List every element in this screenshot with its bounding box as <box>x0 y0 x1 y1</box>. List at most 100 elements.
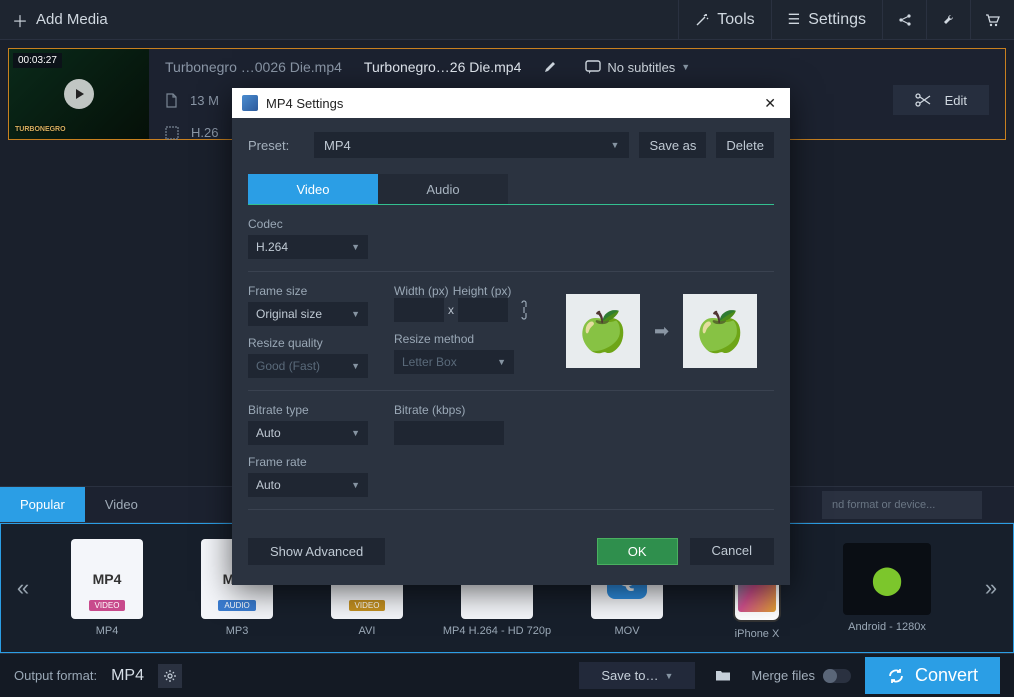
format-icon <box>165 126 179 140</box>
caret-icon: ▼ <box>497 357 506 367</box>
frame-rate-value: Auto <box>256 478 281 492</box>
tab-video-settings[interactable]: Video <box>248 174 378 204</box>
file-icon <box>165 93 178 108</box>
merge-files-toggle[interactable]: Merge files <box>751 668 851 683</box>
caret-icon: ▼ <box>351 309 360 319</box>
toggle-switch[interactable] <box>823 669 851 683</box>
caret-icon: ▼ <box>664 671 673 681</box>
tab-popular[interactable]: Popular <box>0 487 85 522</box>
filename-dim: Turbonegro …0026 Die.mp4 <box>165 59 342 75</box>
close-button[interactable]: ✕ <box>760 95 780 112</box>
preset-mp4[interactable]: MP4VIDEO MP4 <box>47 539 167 637</box>
preset-label: MP4 H.264 - HD 720p <box>443 625 551 637</box>
preset-label: MP4 <box>96 625 119 637</box>
tab-video[interactable]: Video <box>85 487 158 522</box>
arrow-icon: ➡ <box>654 321 669 342</box>
save-to-button[interactable]: Save to… ▼ <box>579 662 695 689</box>
resize-quality-value: Good (Fast) <box>256 359 320 373</box>
wrench-button[interactable] <box>926 0 970 40</box>
height-header: Height (px) <box>453 284 512 298</box>
filename-active: Turbonegro…26 Die.mp4 <box>364 59 521 75</box>
output-settings-button[interactable] <box>158 664 182 688</box>
preset-row: Preset: MP4 ▼ Save as Delete <box>248 132 774 158</box>
preset-label: Android - 1280x <box>848 621 926 633</box>
hamburger-icon: ☰ <box>788 11 801 28</box>
link-icon[interactable] <box>518 300 530 320</box>
caret-icon: ▼ <box>681 62 690 72</box>
output-format-label: Output format: <box>14 668 97 683</box>
bitrate-input[interactable] <box>394 421 504 445</box>
subtitles-dropdown[interactable]: No subtitles ▼ <box>585 60 690 75</box>
footer-bar: Output format: MP4 Save to… ▼ Merge file… <box>0 653 1014 697</box>
bitrate-label: Bitrate (kbps) <box>394 403 504 417</box>
resize-preview: 🍏 ➡ 🍏 <box>566 284 757 378</box>
convert-button[interactable]: Convert <box>865 657 1000 694</box>
frame-size-select[interactable]: Original size ▼ <box>248 302 368 326</box>
width-header: Width (px) <box>394 284 449 298</box>
show-advanced-button[interactable]: Show Advanced <box>248 538 385 565</box>
frame-size-label: Frame size <box>248 284 368 298</box>
scissors-icon <box>915 93 931 107</box>
preset-label: Preset: <box>248 138 304 153</box>
play-button[interactable] <box>64 79 94 109</box>
cart-button[interactable] <box>970 0 1014 40</box>
resize-method-value: Letter Box <box>402 355 457 369</box>
share-icon <box>898 13 912 27</box>
bitrate-type-value: Auto <box>256 426 281 440</box>
resize-method-select[interactable]: Letter Box ▼ <box>394 350 514 374</box>
save-as-button[interactable]: Save as <box>639 132 706 158</box>
preset-select[interactable]: MP4 ▼ <box>314 132 629 158</box>
app-icon <box>242 95 258 111</box>
cancel-button[interactable]: Cancel <box>690 538 774 565</box>
pencil-icon[interactable] <box>543 60 557 74</box>
edit-button[interactable]: Edit <box>893 85 989 115</box>
frame-size-value: Original size <box>256 307 322 321</box>
tab-audio-settings[interactable]: Audio <box>378 174 508 204</box>
resize-quality-label: Resize quality <box>248 336 368 350</box>
width-input[interactable] <box>394 298 444 322</box>
scroll-left-button[interactable]: « <box>7 524 39 652</box>
codec-select[interactable]: H.264 ▼ <box>248 235 368 259</box>
scroll-right-button[interactable]: » <box>975 524 1007 652</box>
preset-label: MOV <box>614 625 639 637</box>
share-button[interactable] <box>882 0 926 40</box>
dialog-titlebar: MP4 Settings ✕ <box>232 88 790 118</box>
save-to-label: Save to… <box>601 668 658 683</box>
frame-rate-select[interactable]: Auto ▼ <box>248 473 368 497</box>
preset-android[interactable]: ⬤ Android - 1280x <box>827 543 947 633</box>
ok-button[interactable]: OK <box>597 538 678 565</box>
android-icon: ⬤ <box>871 563 902 596</box>
height-input[interactable] <box>458 298 508 322</box>
times-label: x <box>448 303 454 317</box>
add-media-label: Add Media <box>36 11 108 28</box>
play-icon <box>73 88 85 100</box>
caret-icon: ▼ <box>351 480 360 490</box>
format-search-input[interactable]: nd format or device... <box>822 491 982 519</box>
thumb-brand: TURBONEGRO <box>15 126 66 133</box>
caret-icon: ▼ <box>351 242 360 252</box>
settings-button[interactable]: ☰ Settings <box>771 0 882 40</box>
preset-label: AVI <box>359 625 376 637</box>
preview-after: 🍏 <box>683 294 757 368</box>
tools-button[interactable]: Tools <box>678 0 770 40</box>
codec-label: H.26 <box>191 125 218 140</box>
convert-label: Convert <box>915 665 978 686</box>
resize-quality-select[interactable]: Good (Fast) ▼ <box>248 354 368 378</box>
wand-icon <box>695 13 709 27</box>
delete-button[interactable]: Delete <box>716 132 774 158</box>
media-thumbnail[interactable]: 00:03:27 TURBONEGRO <box>9 49 149 139</box>
top-toolbar: ＋ Add Media Tools ☰ Settings <box>0 0 1014 40</box>
bitrate-type-label: Bitrate type <box>248 403 368 417</box>
bitrate-type-select[interactable]: Auto ▼ <box>248 421 368 445</box>
caret-icon: ▼ <box>351 361 360 371</box>
cart-icon <box>985 13 1000 27</box>
search-placeholder: nd format or device... <box>832 499 935 511</box>
add-media-button[interactable]: ＋ Add Media <box>0 8 108 32</box>
wrench-icon <box>942 13 956 27</box>
open-folder-button[interactable] <box>709 662 737 690</box>
dialog-title: MP4 Settings <box>266 96 343 111</box>
codec-label: Codec <box>248 217 774 231</box>
duration-badge: 00:03:27 <box>13 53 62 68</box>
tools-label: Tools <box>717 11 754 29</box>
subtitles-icon <box>585 60 601 74</box>
